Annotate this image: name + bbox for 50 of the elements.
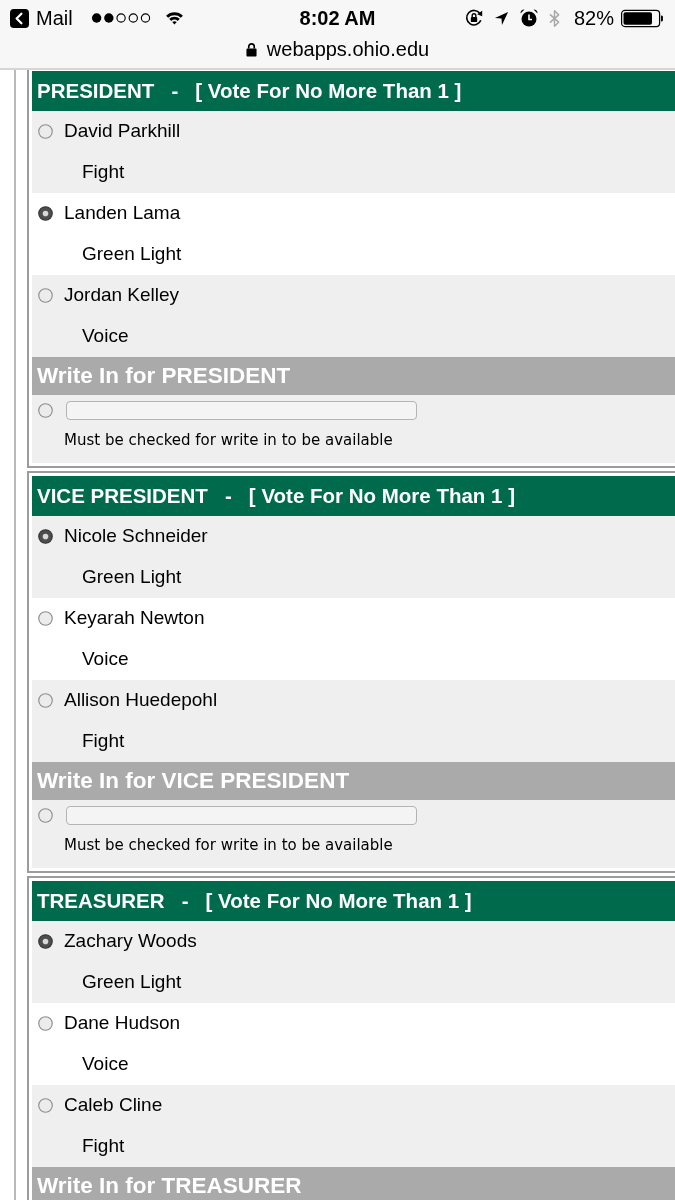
candidate-name: Keyarah Newton <box>64 607 205 629</box>
write-in-header: Write In for VICE PRESIDENT <box>32 762 675 800</box>
back-chevron-icon <box>10 8 29 28</box>
wifi-icon <box>164 11 184 25</box>
alarm-clock-icon <box>518 8 539 28</box>
write-in-note: Must be checked for write in to be available <box>64 430 393 450</box>
office-header: VICE PRESIDENT - [ Vote For No More Than 1 ] <box>32 476 675 516</box>
battery-icon <box>620 8 665 28</box>
radio-button[interactable] <box>38 528 53 544</box>
radio-button[interactable] <box>38 205 53 221</box>
radio-button[interactable] <box>38 1015 53 1031</box>
location-arrow-icon <box>493 10 509 26</box>
candidate-name: Jordan Kelley <box>64 284 180 306</box>
rotation-lock-icon <box>463 8 484 28</box>
signal-dots-icon <box>90 12 153 24</box>
party-name: Voice <box>82 1053 129 1075</box>
battery-percent: 82% <box>573 6 614 30</box>
party-name: Green Light <box>82 971 182 993</box>
radio-button[interactable] <box>38 403 53 418</box>
office-header: PRESIDENT - [ Vote For No More Than 1 ] <box>32 71 675 111</box>
candidate-name: Dane Hudson <box>64 1012 181 1034</box>
candidate-name: Allison Huedepohl <box>64 689 218 711</box>
candidate-name: Nicole Schneider <box>64 525 208 547</box>
radio-button[interactable] <box>38 692 53 708</box>
write-in-header: Write In for PRESIDENT <box>32 357 675 395</box>
party-name: Fight <box>82 1135 125 1157</box>
party-name: Green Light <box>82 566 182 588</box>
write-in-field[interactable] <box>66 806 417 825</box>
back-button[interactable]: Mail <box>10 6 73 30</box>
candidate-name: Caleb Cline <box>64 1094 163 1116</box>
radio-button[interactable] <box>38 123 53 139</box>
party-name: Fight <box>82 730 125 752</box>
radio-button[interactable] <box>38 933 53 949</box>
party-name: Fight <box>82 161 125 183</box>
write-in-note: Must be checked for write in to be available <box>64 835 393 855</box>
party-name: Green Light <box>82 243 182 265</box>
candidate-name: Landen Lama <box>64 202 181 224</box>
candidate-name: Zachary Woods <box>64 930 197 952</box>
radio-button[interactable] <box>38 287 53 303</box>
party-name: Voice <box>82 648 129 670</box>
candidate-name: David Parkhill <box>64 120 181 142</box>
office-header: TREASURER - [ Vote For No More Than 1 ] <box>32 881 675 921</box>
address-button[interactable]: webapps.ohio.edu <box>245 37 430 67</box>
clock-time: 8:02 AM <box>299 6 376 30</box>
write-in-field[interactable] <box>66 401 417 420</box>
radio-button[interactable] <box>38 610 53 626</box>
radio-button[interactable] <box>38 808 53 823</box>
radio-button[interactable] <box>38 1097 53 1113</box>
party-name: Voice <box>82 325 129 347</box>
write-in-header: Write In for TREASURER <box>32 1167 675 1200</box>
